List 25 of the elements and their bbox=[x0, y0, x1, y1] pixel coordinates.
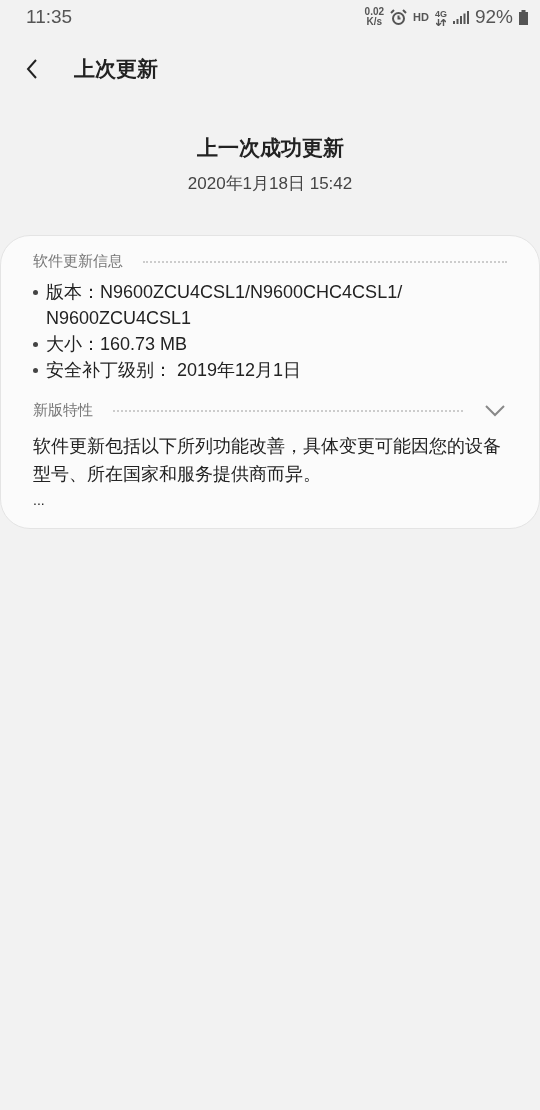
last-update-heading: 上一次成功更新 bbox=[196, 135, 344, 161]
bullet-icon bbox=[33, 290, 38, 295]
status-time: 11:35 bbox=[26, 6, 73, 28]
battery-icon bbox=[519, 9, 528, 25]
hd-label: HD bbox=[413, 11, 429, 23]
net-speed: 0.02 bbox=[364, 7, 385, 17]
more-ellipsis: ... bbox=[33, 492, 46, 508]
net-speed-unit: K/s bbox=[366, 17, 383, 27]
signal-icon bbox=[452, 10, 469, 24]
page-title: 上次更新 bbox=[74, 56, 158, 82]
alarm-icon bbox=[390, 8, 408, 26]
info-item: 大小：160.73 MB bbox=[46, 333, 189, 356]
bullet-icon bbox=[33, 342, 38, 347]
info-item: 版本：N9600ZCU4CSL1/N9600CHC4CSL1/N9600ZCU4CSL1 bbox=[46, 281, 404, 330]
last-update-date: 2020年1月18日 15:42 bbox=[187, 173, 353, 195]
back-icon bbox=[26, 59, 38, 79]
section-title: 新版特性 bbox=[33, 401, 93, 420]
section-title: 软件更新信息 bbox=[33, 252, 123, 271]
network-type: 4G bbox=[434, 8, 447, 19]
battery-percent: 92% bbox=[474, 6, 513, 28]
info-item: 安全补丁级别： 2019年12月1日 bbox=[46, 359, 303, 382]
features-description: 软件更新包括以下所列功能改善，具体变更可能因您的设备型号、所在国家和服务提供商而异。 bbox=[33, 435, 502, 486]
expand-button[interactable] bbox=[483, 402, 507, 419]
bullet-icon bbox=[33, 368, 38, 373]
data-arrows-icon bbox=[435, 18, 446, 26]
